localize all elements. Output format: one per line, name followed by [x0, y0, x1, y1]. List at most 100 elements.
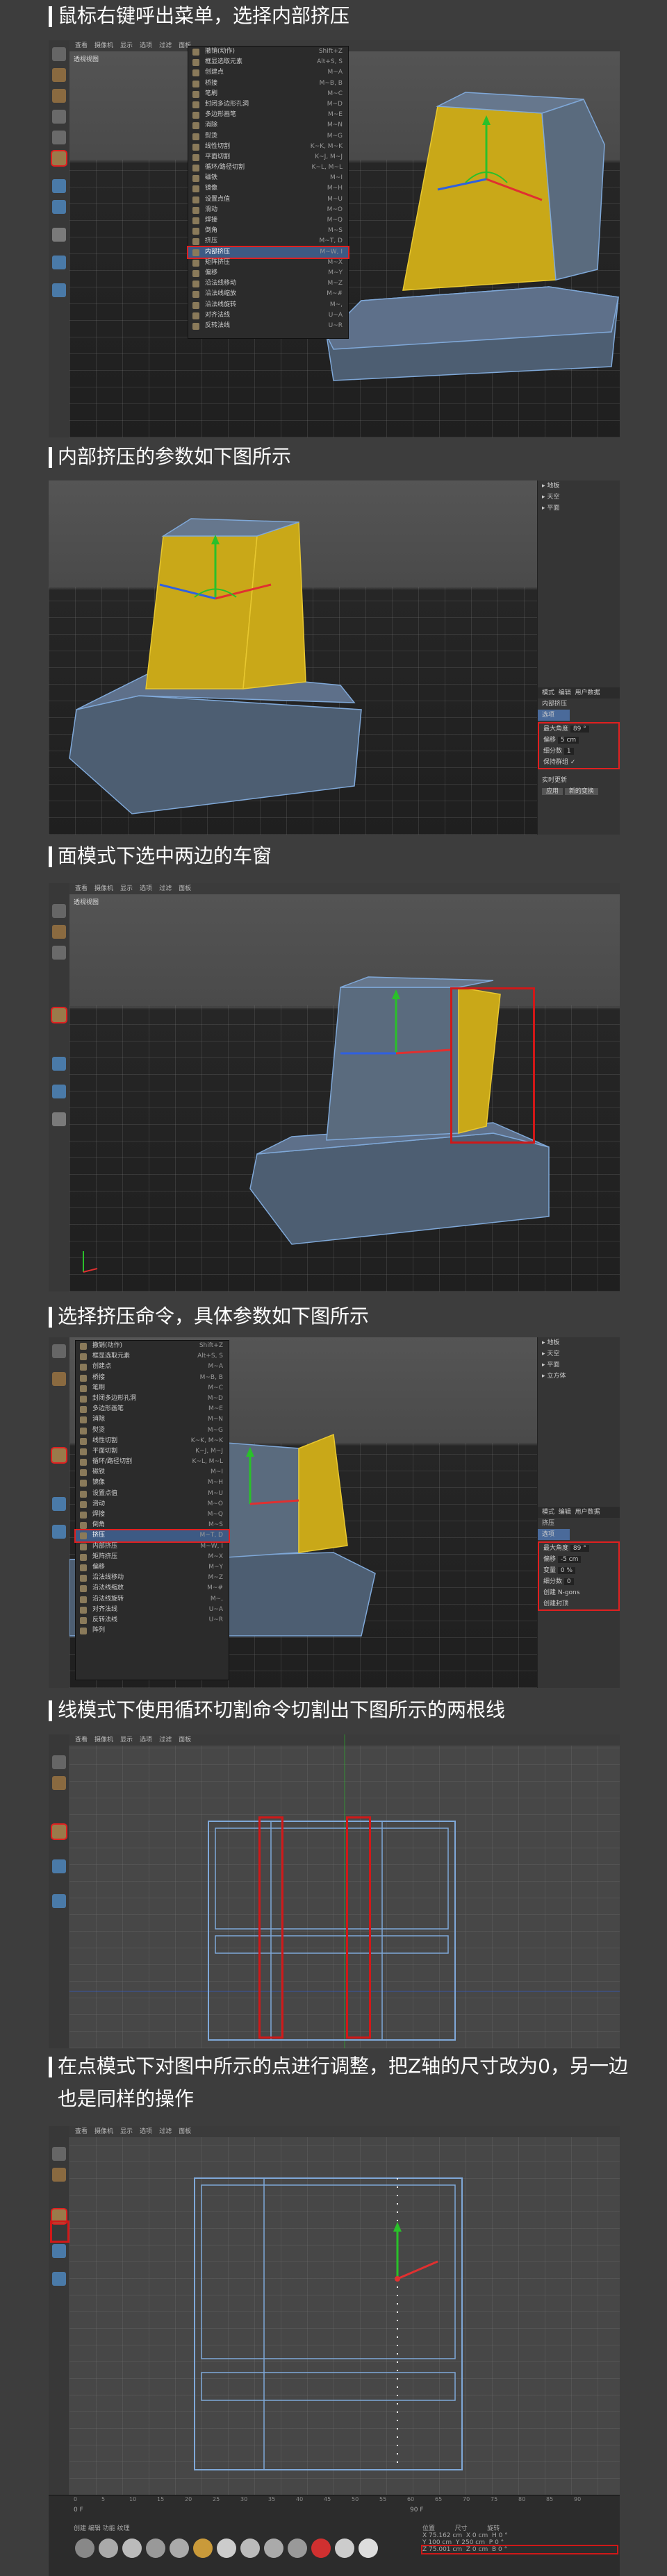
object-row[interactable]: ▸ 平面: [538, 1360, 620, 1371]
context-menu-item[interactable]: 笔刷 M~C: [188, 89, 348, 99]
field-subdivision[interactable]: 细分数 0: [539, 1576, 618, 1587]
tab-mode[interactable]: 模式: [542, 689, 554, 696]
context-menu-item[interactable]: 镜像 M~H: [188, 183, 348, 194]
field-max-angle[interactable]: 最大角度 89 °: [539, 1543, 618, 1554]
lock-icon[interactable]: [52, 256, 66, 269]
lock-icon[interactable]: [52, 1525, 66, 1539]
tab-userdata[interactable]: 用户数据: [575, 689, 600, 696]
context-menu-item[interactable]: 笔刷 M~C: [76, 1383, 229, 1394]
context-menu-item[interactable]: 创建点 M~A: [76, 1362, 229, 1372]
material-ball[interactable]: [264, 2539, 283, 2558]
context-menu-item[interactable]: 熨烫 M~G: [188, 131, 348, 142]
menu-edit[interactable]: 编辑: [88, 2525, 101, 2532]
field-ngons[interactable]: 创建 N-gons: [539, 1587, 618, 1598]
undo-icon[interactable]: [52, 904, 66, 918]
lock-icon[interactable]: [52, 2272, 66, 2286]
context-menu-item[interactable]: 磁铁 M~I: [76, 1467, 229, 1478]
undo-icon[interactable]: [52, 1755, 66, 1769]
texture-icon[interactable]: [52, 89, 66, 103]
viewport-front[interactable]: 查看 摄像机 显示 选项 过滤 面板: [69, 1734, 620, 2048]
field-keep-groups[interactable]: 保持群组 ✓: [539, 757, 618, 768]
context-menu-item[interactable]: 撤销(动作) Shift+Z: [76, 1341, 229, 1351]
object-row[interactable]: ▸ 立方体: [538, 1371, 620, 1382]
polygons-icon[interactable]: [52, 151, 66, 165]
snap-icon[interactable]: [52, 200, 66, 214]
material-ball[interactable]: [217, 2539, 236, 2558]
snap-icon[interactable]: [52, 2244, 66, 2258]
context-menu-item[interactable]: 滑动 M~O: [76, 1499, 229, 1509]
edges-icon[interactable]: [52, 131, 66, 144]
model-icon[interactable]: [52, 1776, 66, 1790]
snap-icon[interactable]: [52, 1497, 66, 1511]
context-menu-item[interactable]: 循环/路径切割 K~L, M~L: [188, 162, 348, 173]
context-menu-item[interactable]: 封闭多边形孔洞 M~D: [188, 99, 348, 110]
context-menu-item[interactable]: 矩阵挤压 M~X: [188, 258, 348, 268]
context-menu-item[interactable]: 设置点值 M~U: [188, 194, 348, 205]
context-menu-item[interactable]: 桥接 M~B, B: [188, 78, 348, 89]
coord-x[interactable]: X 75.162 cm X 0 cm H 0 °: [422, 2532, 617, 2539]
context-menu-item[interactable]: 桥接 M~B, B: [76, 1373, 229, 1383]
context-menu-item[interactable]: 沿法线旋转 M~,: [76, 1594, 229, 1605]
object-row[interactable]: ▸ 平面: [538, 503, 620, 514]
context-menu-item[interactable]: 多边形画笔 M~E: [76, 1404, 229, 1414]
context-menu-item[interactable]: 焊接 M~Q: [76, 1509, 229, 1520]
context-menu-item[interactable]: 焊接 M~Q: [188, 215, 348, 226]
context-menu-item[interactable]: 消除 M~N: [76, 1414, 229, 1425]
object-row[interactable]: ▸ 天空: [538, 1348, 620, 1360]
context-menu-item[interactable]: 线性切割 K~K, M~K: [188, 142, 348, 152]
context-menu-item[interactable]: 创建点 M~A: [188, 67, 348, 78]
context-menu-item[interactable]: 沿法线移动 M~Z: [188, 278, 348, 289]
tab-options[interactable]: 选项: [538, 1529, 570, 1540]
context-menu-item[interactable]: 内部挤压 M~W, I: [76, 1541, 229, 1552]
undo-icon[interactable]: [52, 47, 66, 61]
tab-options[interactable]: 选项: [538, 710, 570, 721]
object-row[interactable]: ▸ 地板: [538, 480, 620, 492]
context-menu-item[interactable]: 偏移 M~Y: [76, 1562, 229, 1573]
field-subdivision[interactable]: 细分数 1: [539, 746, 618, 757]
snap-icon[interactable]: [52, 1057, 66, 1071]
context-menu-item[interactable]: 沿法线缩放 M~#: [188, 289, 348, 299]
undo-icon[interactable]: [52, 1344, 66, 1358]
model-icon[interactable]: [52, 925, 66, 939]
model-icon[interactable]: [52, 1372, 66, 1386]
new-transform-button[interactable]: 新的变换: [564, 788, 598, 795]
context-menu-item[interactable]: 挤压 M~T, D: [188, 236, 348, 246]
context-menu-item[interactable]: 消除 M~N: [188, 120, 348, 131]
tab-edit[interactable]: 编辑: [559, 689, 571, 696]
context-menu-item[interactable]: 封闭多边形孔洞 M~D: [76, 1394, 229, 1404]
material-ball[interactable]: [359, 2539, 378, 2558]
model-icon[interactable]: [52, 2168, 66, 2182]
context-menu-item[interactable]: 平面切割 K~J, M~J: [188, 152, 348, 162]
material-ball[interactable]: [170, 2539, 189, 2558]
material-ball[interactable]: [311, 2539, 331, 2558]
frame-end[interactable]: 90 F: [410, 2507, 424, 2514]
viewport-front[interactable]: 查看 摄像机 显示 选项 过滤 面板: [69, 2126, 620, 2495]
menu-create[interactable]: 创建: [74, 2525, 86, 2532]
material-ball[interactable]: [146, 2539, 165, 2558]
frame-start[interactable]: 0 F: [74, 2507, 83, 2514]
context-menu-item[interactable]: 循环/路径切割 K~L, M~L: [76, 1457, 229, 1467]
context-menu-item[interactable]: 撤销(动作) Shift+Z: [188, 47, 348, 57]
grid-icon[interactable]: [52, 283, 66, 297]
material-ball[interactable]: [335, 2539, 354, 2558]
context-menu-item[interactable]: 矩阵挤压 M~X: [76, 1552, 229, 1562]
context-menu-item[interactable]: 框显选取元素 Alt+S, S: [188, 57, 348, 67]
context-menu-item[interactable]: 沿法线缩放 M~#: [76, 1583, 229, 1594]
lock-icon[interactable]: [52, 1085, 66, 1098]
material-ball[interactable]: [75, 2539, 94, 2558]
apply-button[interactable]: 应用: [542, 788, 563, 795]
field-offset[interactable]: 偏移 5 cm: [539, 735, 618, 746]
viewport[interactable]: 查看 摄像机 显示 选项 过滤 面板 透视视图: [69, 883, 620, 1291]
context-menu-item[interactable]: 反转法线 U~R: [188, 321, 348, 331]
context-menu-item[interactable]: 对齐法线 U~A: [188, 310, 348, 321]
context-menu-item[interactable]: 滑动 M~O: [188, 205, 348, 215]
workplane-icon[interactable]: [52, 228, 66, 242]
context-menu-item[interactable]: 平面切割 K~J, M~J: [76, 1446, 229, 1457]
context-menu-item[interactable]: 熨烫 M~G: [76, 1425, 229, 1436]
polygons-icon[interactable]: [52, 1008, 66, 1022]
context-menu-item[interactable]: 倒角 M~S: [76, 1520, 229, 1530]
material-ball[interactable]: [99, 2539, 118, 2558]
context-menu-item[interactable]: 框显选取元素 Alt+S, S: [76, 1351, 229, 1362]
snap-icon[interactable]: [52, 1859, 66, 1873]
object-row[interactable]: ▸ 地板: [538, 1337, 620, 1348]
